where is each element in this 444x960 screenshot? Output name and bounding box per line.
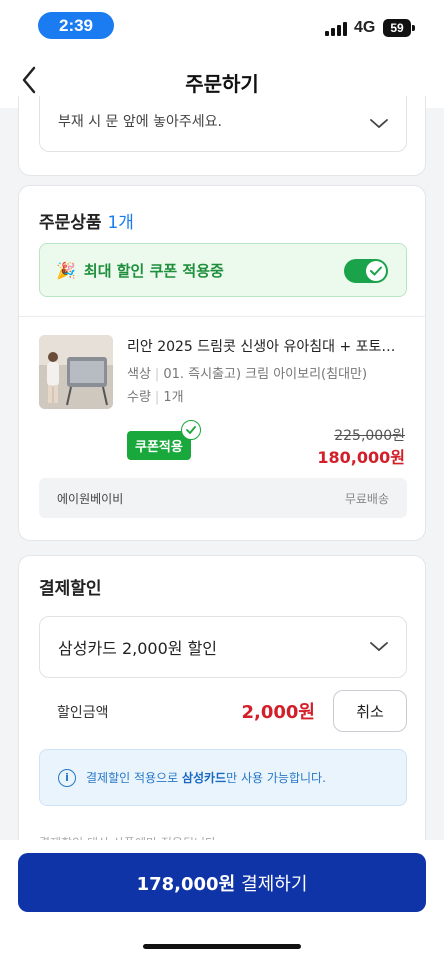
status-bar: 2:39 4G 59 [0, 0, 444, 52]
pay-button[interactable]: 178,000원 결제하기 [18, 853, 426, 912]
check-circle-icon [181, 420, 201, 440]
payment-discount-title: 결제할인 [39, 579, 102, 599]
products-section-title: 주문상품 1개 [39, 208, 134, 233]
coupon-toggle[interactable] [344, 259, 388, 283]
option-label: 색상 [127, 367, 151, 382]
battery-icon: 59 [383, 19, 411, 37]
product-name[interactable]: 리안 2025 드림콧 신생아 유아침대 + 포토… [127, 336, 409, 356]
pay-amount: 178,000원 [136, 873, 236, 895]
products-count: 1개 [107, 213, 134, 233]
status-time: 2:39 [38, 12, 114, 39]
page-title: 주문하기 [185, 72, 259, 96]
discount-info-box: i 결제할인 적용으로 삼성카드만 사용 가능합니다. [39, 749, 407, 806]
battery-cap [412, 25, 415, 31]
qty-label: 수량 [127, 390, 151, 405]
party-icon: 🎉 [56, 260, 76, 280]
qty-value: 1개 [163, 390, 184, 405]
original-price: 225,000원 [334, 428, 405, 444]
coupon-banner: 🎉 최대 할인 쿠폰 적용중 [39, 243, 407, 297]
pay-label: 결제하기 [241, 873, 308, 895]
product-quantity: 수량 | 1개 [127, 390, 184, 405]
toggle-knob [366, 261, 386, 281]
delivery-card: 부재 시 문 앞에 놓아주세요. [18, 96, 426, 176]
info-icon: i [58, 768, 76, 787]
coupon-banner-label: 최대 할인 쿠폰 적용중 [83, 261, 224, 280]
shipping-fee: 무료배송 [344, 491, 389, 506]
check-icon [370, 266, 382, 276]
delivery-request-select[interactable]: 부재 시 문 앞에 놓아주세요. [39, 96, 407, 152]
card-discount-select[interactable]: 삼성카드 2,000원 할인 [39, 616, 407, 678]
seller-shipping-bar: 에이원베이비 무료배송 [39, 478, 407, 518]
bottom-action-bar: 178,000원 결제하기 [0, 840, 444, 960]
cancel-discount-button[interactable]: 취소 [333, 690, 407, 732]
signal-icon [325, 20, 347, 36]
products-title: 주문상품 [39, 213, 102, 233]
product-thumbnail[interactable] [39, 335, 113, 409]
home-indicator [143, 944, 301, 949]
discount-amount-label: 할인금액 [57, 705, 109, 721]
order-products-card: 주문상품 1개 🎉 최대 할인 쿠폰 적용중 리안 2025 드림콧 신생아 유… [18, 185, 426, 541]
seller-name: 에이원베이비 [57, 491, 124, 506]
discount-amount: 2,000원 [241, 702, 316, 723]
sale-price: 180,000원 [317, 448, 405, 467]
network-type: 4G [354, 19, 376, 36]
product-option: 색상 | 01. 즉시출고) 크림 아이보리(침대만) [127, 367, 368, 382]
delivery-request-value: 부재 시 문 앞에 놓아주세요. [58, 113, 222, 130]
payment-discount-card: 결제할인 삼성카드 2,000원 할인 할인금액 2,000원 취소 i 결제할… [18, 555, 426, 875]
baby-crib-image-icon [39, 335, 113, 409]
discount-info-text: 결제할인 적용으로 삼성카드만 사용 가능합니다. [86, 771, 326, 785]
chevron-down-icon [370, 118, 388, 128]
option-value: 01. 즉시출고) 크림 아이보리(침대만) [163, 367, 368, 382]
coupon-applied-badge: 쿠폰적용 [127, 431, 191, 460]
chevron-down-icon [370, 642, 388, 652]
divider [19, 316, 425, 317]
selected-card-discount: 삼성카드 2,000원 할인 [58, 639, 218, 658]
